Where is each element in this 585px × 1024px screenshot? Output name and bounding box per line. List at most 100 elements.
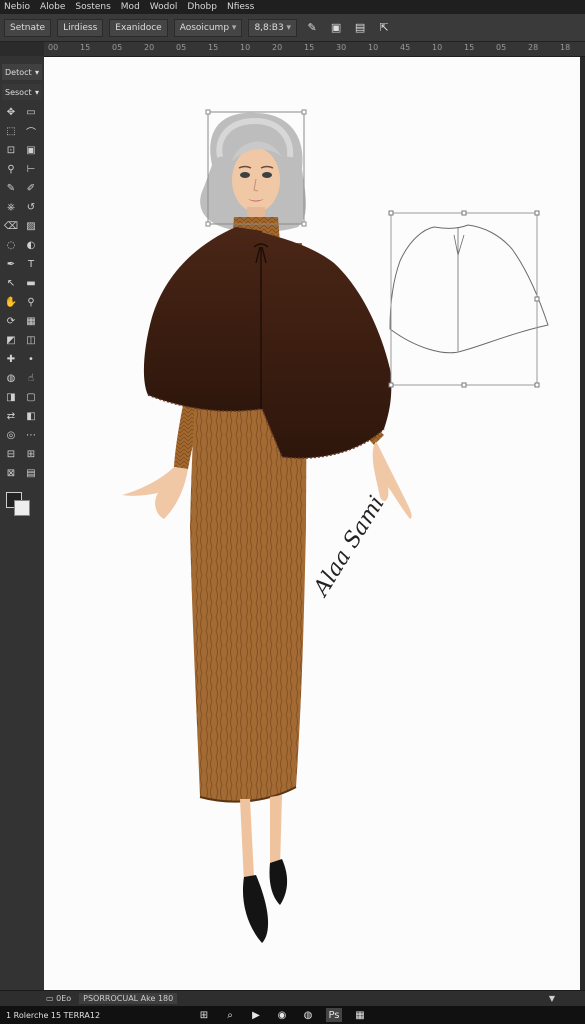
extra-d-icon[interactable]: ▤ (22, 465, 40, 482)
ruler-tick: 05 (496, 43, 507, 52)
type-icon[interactable]: T (22, 256, 40, 273)
ruler-tick: 28 (528, 43, 539, 52)
ruler-tick: 20 (272, 43, 283, 52)
screen-mode-icon[interactable]: ▢ (22, 389, 40, 406)
eyedropper-icon[interactable]: ⚲ (2, 161, 20, 178)
pencil-icon[interactable]: ✐ (22, 180, 40, 197)
move-icon[interactable]: ✥ (2, 104, 20, 121)
ruler-tick: 05 (112, 43, 123, 52)
ruler-icon[interactable]: ⊢ (22, 161, 40, 178)
history-brush-icon[interactable]: ↺ (22, 199, 40, 216)
color-swatches[interactable] (2, 490, 42, 520)
options-bar: Setnate Lirdiess Exanidoce Aosoicump 8,8… (0, 14, 585, 42)
zoom-icon[interactable]: ⚲ (22, 294, 40, 311)
tools-subheader[interactable]: Sesoct ▾ (2, 84, 42, 100)
patch-icon[interactable]: ◫ (22, 332, 40, 349)
expand-icon[interactable]: ▼ (549, 994, 555, 1003)
ruler-tick: 15 (80, 43, 91, 52)
firefox-icon[interactable]: ◍ (300, 1008, 316, 1022)
play-icon[interactable]: ▶ (248, 1008, 264, 1022)
lines-button[interactable]: Lirdiess (57, 18, 104, 37)
taskbar: 1 Rolerche 15 TERRA12 ⊞ ⌕ ▶ ◉ ◍ Ps ▦ (0, 1006, 585, 1024)
default-colors-icon[interactable]: ◧ (22, 408, 40, 425)
right-shoe (269, 859, 288, 905)
rotate-icon[interactable]: ⟳ (2, 313, 20, 330)
appearance-dropdown[interactable]: Aosoicump (173, 18, 243, 37)
extra-a-icon[interactable]: ⊟ (2, 446, 20, 463)
mode-button[interactable]: Exanidoce (109, 18, 168, 37)
ruler-tick: 30 (336, 43, 347, 52)
frame-icon[interactable]: ▣ (22, 142, 40, 159)
dodge-icon[interactable]: ◐ (22, 237, 40, 254)
eraser-icon[interactable]: ⌫ (2, 218, 20, 235)
fashion-illustration (122, 109, 549, 943)
menu-bar: Nebio Alobe Sostens Mod Wodol Dhobp Nfie… (0, 0, 585, 14)
tools-header[interactable]: Detoct ▾ (2, 64, 42, 80)
ruler-tick: 15 (464, 43, 475, 52)
menu-item[interactable]: Wodol (150, 2, 178, 12)
pen-icon[interactable]: ✒ (2, 256, 20, 273)
crop-icon[interactable]: ⊡ (2, 142, 20, 159)
cape (143, 227, 262, 412)
cape-flat-sketch (388, 210, 549, 388)
menu-item[interactable]: Sostens (75, 2, 110, 12)
quick-mask-icon[interactable]: ◎ (2, 427, 20, 444)
extra-c-icon[interactable]: ⊠ (2, 465, 20, 482)
ruler-tick: 20 (144, 43, 155, 52)
slice-icon[interactable]: ◩ (2, 332, 20, 349)
grid-icon[interactable]: ▦ (22, 313, 40, 330)
windows-start-icon[interactable]: ⊞ (196, 1008, 212, 1022)
lasso-icon[interactable]: ⌒ (22, 123, 40, 140)
search-icon[interactable]: ⌕ (222, 1008, 238, 1022)
vertical-scrollbar[interactable] (580, 57, 585, 990)
spot-icon[interactable]: • (22, 351, 40, 368)
chrome-icon[interactable]: ◉ (274, 1008, 290, 1022)
extra-b-icon[interactable]: ⊞ (22, 446, 40, 463)
ruler-tick: 18 (560, 43, 571, 52)
mask-icon[interactable]: ◨ (2, 389, 20, 406)
ruler-tick: 15 (304, 43, 315, 52)
apps-icon[interactable]: ▦ (352, 1008, 368, 1022)
shape-icon[interactable]: ▬ (22, 275, 40, 292)
edit-toolbar-icon[interactable]: ⋯ (22, 427, 40, 444)
hand-icon[interactable]: ✋ (2, 294, 20, 311)
menu-item[interactable]: Nebio (4, 2, 30, 12)
artboard-icon[interactable]: ▭ (22, 104, 40, 121)
ruler-tick: 10 (368, 43, 379, 52)
export-icon[interactable]: ⇱ (375, 19, 393, 37)
menu-item[interactable]: Nfiess (227, 2, 254, 12)
value-dropdown[interactable]: 8,8:B3 (248, 18, 298, 37)
workspace-button[interactable]: Setnate (4, 18, 52, 37)
tool-grid: ✥ ▭ ⬚ ⌒ ⊡ ▣ ⚲ ⊢ ✎ ✐ ⎈ ↺ ⌫ ▨ ◌ ◐ ✒ T ↖ ▬ ✋ ⚲ ⟳ ▦ ◩ ◫ ✚ • ◍ ☝ ◨ ▢ ⇄ ◧ ◎ ⋯ ⊟ ⊞ ⊠ ▤ (0, 100, 44, 486)
menu-item[interactable]: Dhobp (187, 2, 217, 12)
top-ruler: 00 15 05 20 05 15 10 20 15 30 10 45 10 1… (44, 42, 585, 57)
background-color-swatch[interactable] (14, 500, 30, 516)
menu-item[interactable]: Alobe (40, 2, 65, 12)
brush-icon[interactable]: ✎ (2, 180, 20, 197)
taskbar-text: 1 Rolerche 15 TERRA12 (6, 1010, 101, 1020)
ruler-tick: 05 (176, 43, 187, 52)
smudge-icon[interactable]: ☝ (22, 370, 40, 387)
ruler-tick: 10 (432, 43, 443, 52)
blur-icon[interactable]: ◌ (2, 237, 20, 254)
marquee-icon[interactable]: ⬚ (2, 123, 20, 140)
document-info[interactable]: PSORROCUAL Ake 180 (79, 993, 178, 1004)
tools-panel: Detoct ▾ Sesoct ▾ ✥ ▭ ⬚ ⌒ ⊡ ▣ ⚲ ⊢ ✎ ✐ ⎈ ↺ ⌫ ▨ ◌ ◐ ✒ T ↖ ▬ ✋ ⚲ ⟳ ▦… (0, 56, 45, 990)
gradient-icon[interactable]: ▨ (22, 218, 40, 235)
menu-item[interactable]: Mod (121, 2, 140, 12)
left-hand (122, 467, 188, 519)
zoom-indicator[interactable]: ▭ 0Eo (46, 994, 71, 1003)
stamp-icon[interactable]: ⎈ (2, 199, 20, 216)
swap-icon[interactable]: ⇄ (2, 408, 20, 425)
ruler-tick: 15 (208, 43, 219, 52)
heal-icon[interactable]: ✚ (2, 351, 20, 368)
document-canvas[interactable]: Alaa Sami (44, 57, 580, 990)
left-shoe (242, 875, 269, 943)
save-icon[interactable]: ▤ (351, 19, 369, 37)
sponge-icon[interactable]: ◍ (2, 370, 20, 387)
image-icon[interactable]: ▣ (327, 19, 345, 37)
brush-settings-icon[interactable]: ✎ (303, 19, 321, 37)
status-bar: ▭ 0Eo PSORROCUAL Ake 180 ▼ (0, 990, 585, 1006)
photoshop-icon[interactable]: Ps (326, 1008, 342, 1022)
path-select-icon[interactable]: ↖ (2, 275, 20, 292)
